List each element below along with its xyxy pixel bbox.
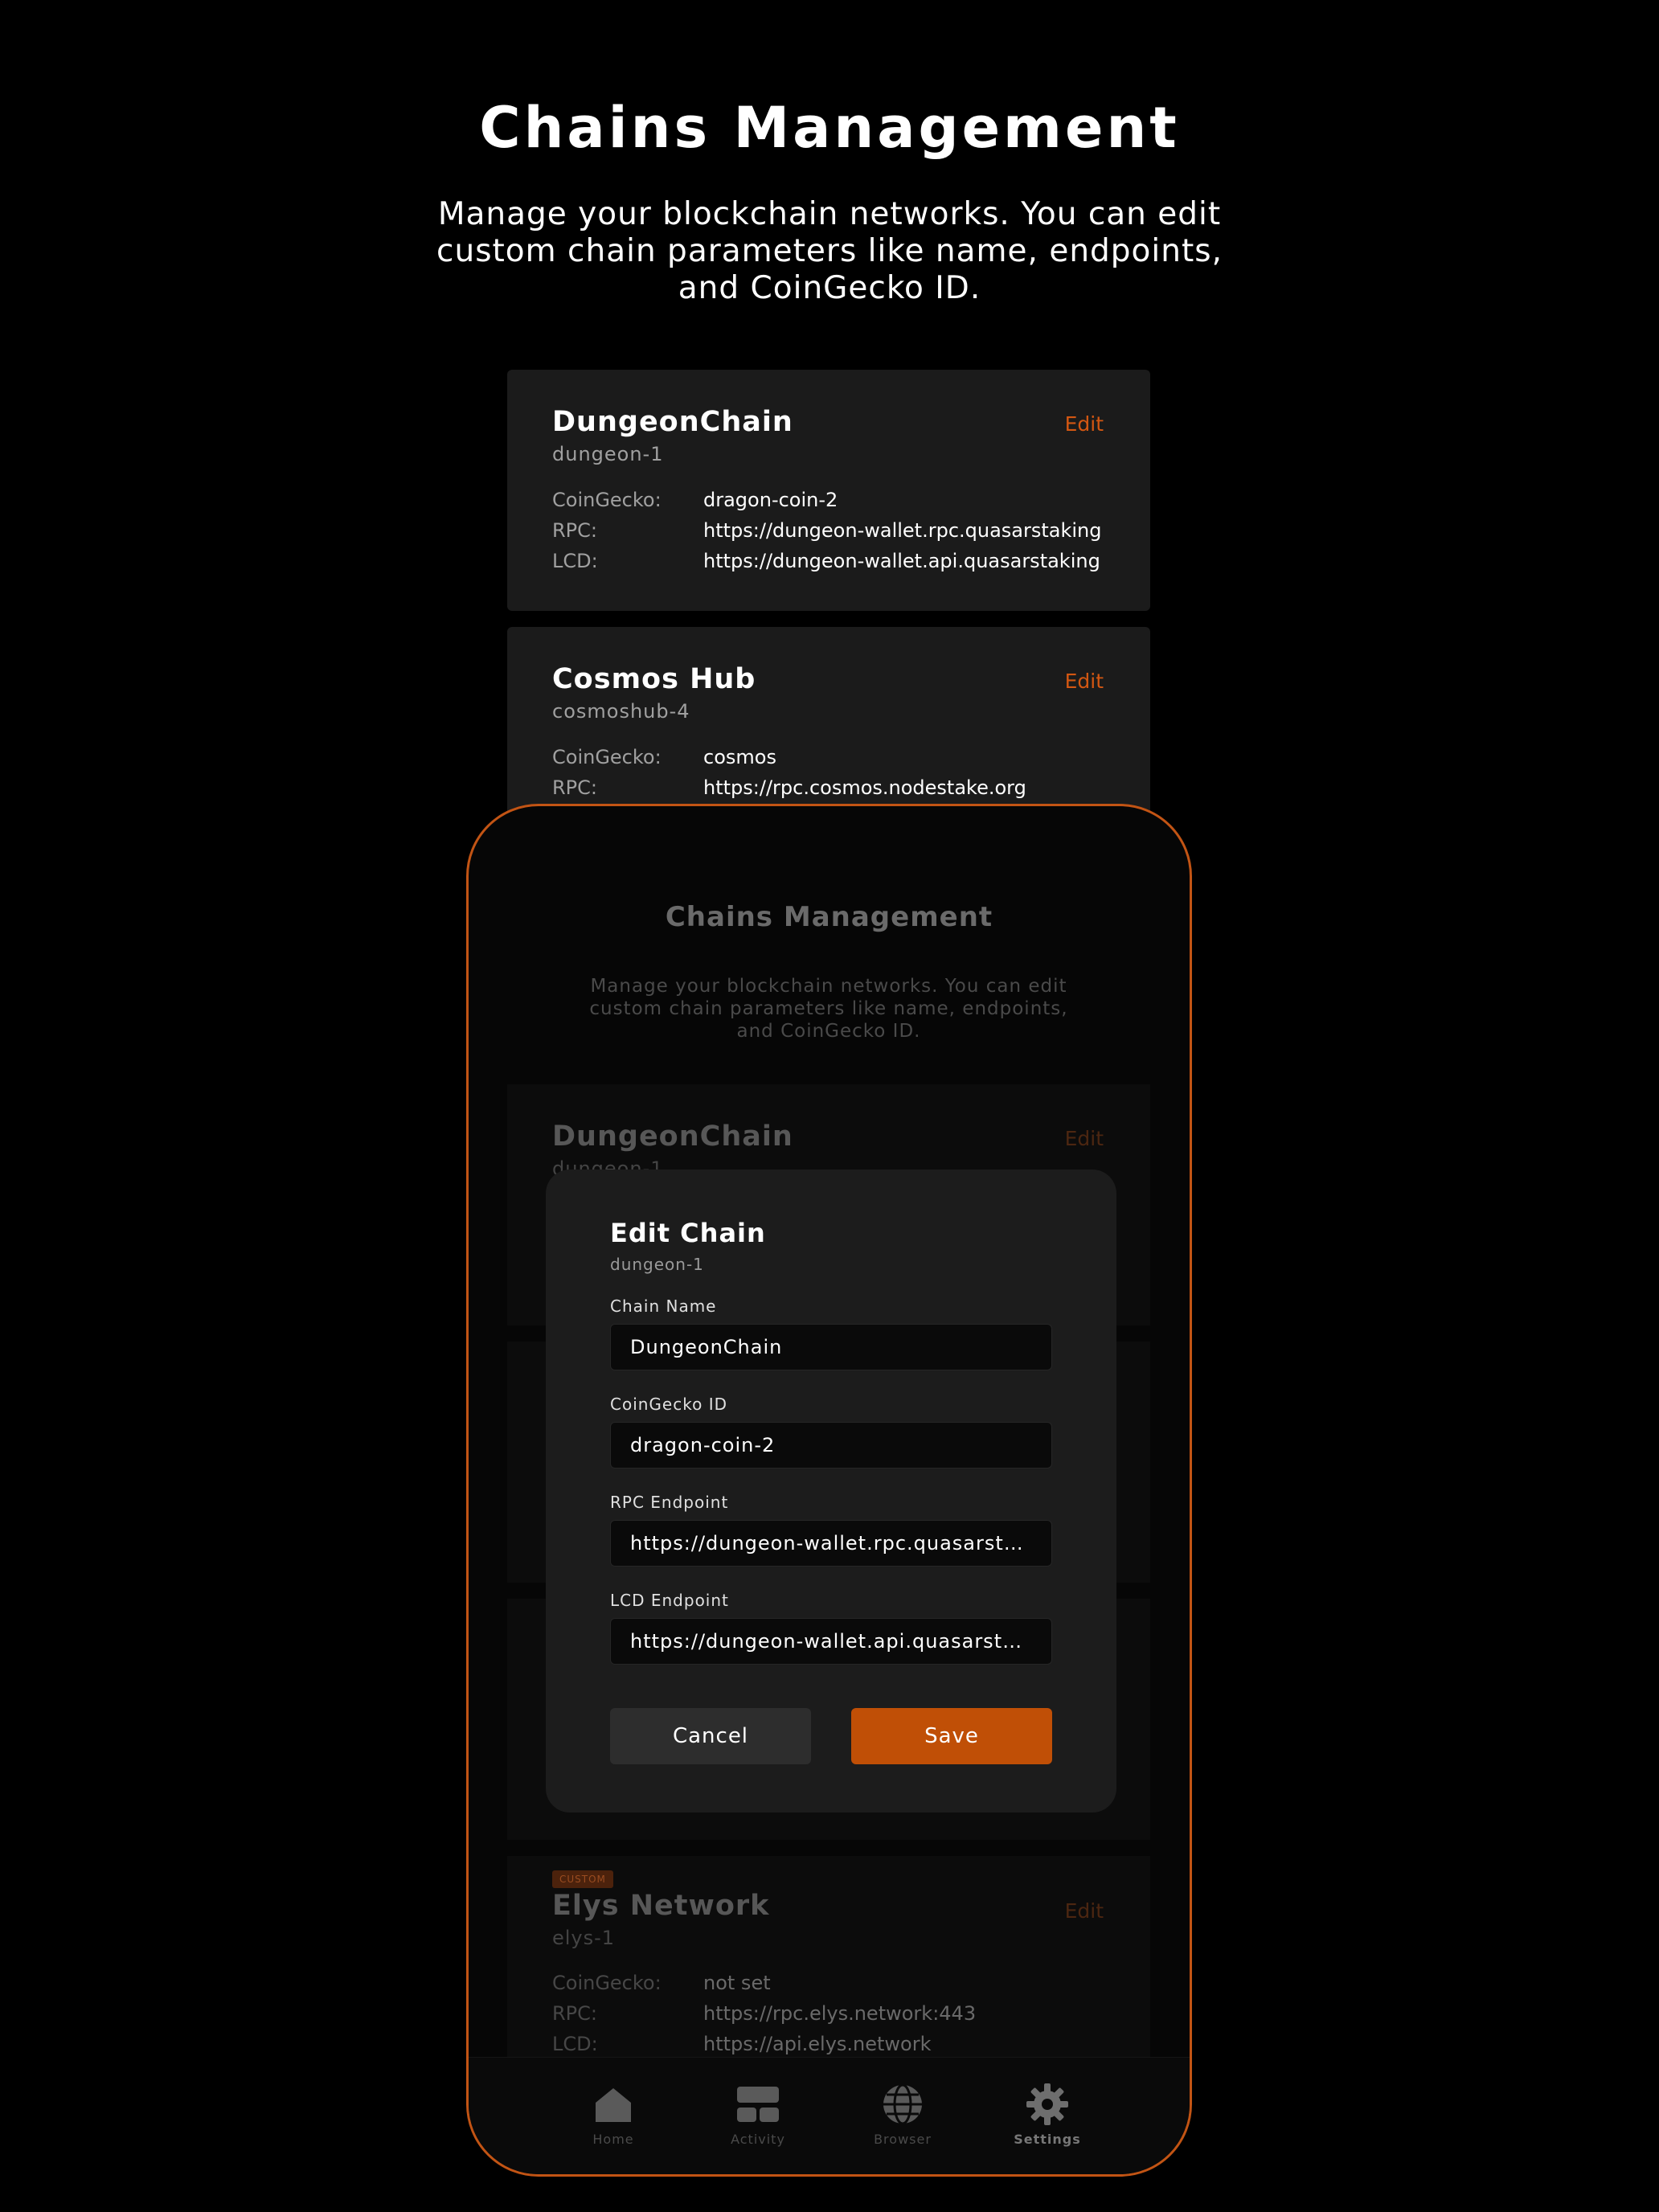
lcd-value: https://dungeon-wallet.api.quasarstaking (703, 550, 1100, 572)
chain-card-dungeonchain: DungeonChain dungeon-1 Edit CoinGecko: d… (507, 370, 1150, 611)
chain-name: DungeonChain (552, 1120, 793, 1153)
page-title: Chains Management (479, 95, 1180, 161)
phone-frame: Chains Management Manage your blockchain… (466, 804, 1192, 2177)
rpc-value: https://dungeon-wallet.rpc.quasarstaking (703, 519, 1102, 542)
custom-badge: CUSTOM (552, 1870, 613, 1888)
rpc-label: RPC: (552, 776, 597, 799)
lcd-label: LCD: (552, 550, 598, 572)
rpc-value: https://rpc.cosmos.nodestake.org (703, 776, 1026, 799)
phone-page-description: Manage your blockchain networks. You can… (589, 976, 1068, 1042)
chain-id: cosmoshub-4 (552, 700, 690, 723)
globe-icon (883, 2083, 922, 2125)
chain-id: dungeon-1 (552, 443, 664, 465)
nav-label-browser: Browser (874, 2132, 932, 2147)
lcd-endpoint-label: LCD Endpoint (610, 1591, 729, 1610)
rpc-value: https://rpc.elys.network:443 (703, 2002, 977, 2025)
rpc-endpoint-label: RPC Endpoint (610, 1493, 729, 1512)
rpc-endpoint-input[interactable]: https://dungeon-wallet.rpc.quasarsta... (610, 1520, 1052, 1567)
home-icon (596, 2088, 631, 2122)
edit-link[interactable]: Edit (1065, 670, 1104, 693)
chain-name: Cosmos Hub (552, 663, 756, 695)
coingecko-id-input[interactable]: dragon-coin-2 (610, 1422, 1052, 1469)
phone-page-title: Chains Management (665, 901, 993, 933)
activity-icon (737, 2087, 779, 2122)
coingecko-value: not set (703, 1972, 771, 1994)
edit-link[interactable]: Edit (1065, 1899, 1104, 1923)
rpc-label: RPC: (552, 519, 597, 542)
save-button[interactable]: Save (851, 1708, 1052, 1764)
lcd-endpoint-input[interactable]: https://dungeon-wallet.api.quasarsta... (610, 1618, 1052, 1665)
coingecko-value: dragon-coin-2 (703, 489, 838, 511)
nav-label-home: Home (592, 2132, 634, 2147)
modal-subtitle: dungeon-1 (610, 1255, 704, 1274)
chain-name: DungeonChain (552, 406, 793, 438)
lcd-label: LCD: (552, 2033, 598, 2055)
coingecko-id-label: CoinGecko ID (610, 1395, 727, 1414)
gear-icon (1026, 2083, 1068, 2125)
rpc-label: RPC: (552, 2002, 597, 2025)
nav-browser[interactable]: Browser (846, 2082, 959, 2147)
modal-title: Edit Chain (610, 1218, 766, 1248)
nav-label-activity: Activity (731, 2132, 785, 2147)
coingecko-value: cosmos (703, 746, 776, 768)
lcd-value: https://api.elys.network (703, 2033, 932, 2055)
chain-name-label: Chain Name (610, 1296, 717, 1316)
page-description: Manage your blockchain networks. You can… (436, 196, 1223, 306)
coingecko-label: CoinGecko: (552, 489, 662, 511)
chain-id: elys-1 (552, 1927, 616, 1949)
nav-label-settings: Settings (1014, 2132, 1081, 2147)
chain-name: Elys Network (552, 1890, 770, 1922)
bottom-nav: Home Activity Browser Settings (469, 2057, 1190, 2174)
coingecko-label: CoinGecko: (552, 746, 662, 768)
cancel-button[interactable]: Cancel (610, 1708, 811, 1764)
chain-name-input[interactable]: DungeonChain (610, 1324, 1052, 1370)
edit-link[interactable]: Edit (1065, 412, 1104, 436)
edit-chain-modal: Edit Chain dungeon-1 Chain Name DungeonC… (546, 1169, 1116, 1813)
nav-home[interactable]: Home (557, 2082, 670, 2147)
coingecko-label: CoinGecko: (552, 1972, 662, 1994)
nav-settings[interactable]: Settings (991, 2082, 1104, 2147)
nav-activity[interactable]: Activity (702, 2082, 814, 2147)
edit-link[interactable]: Edit (1065, 1127, 1104, 1150)
